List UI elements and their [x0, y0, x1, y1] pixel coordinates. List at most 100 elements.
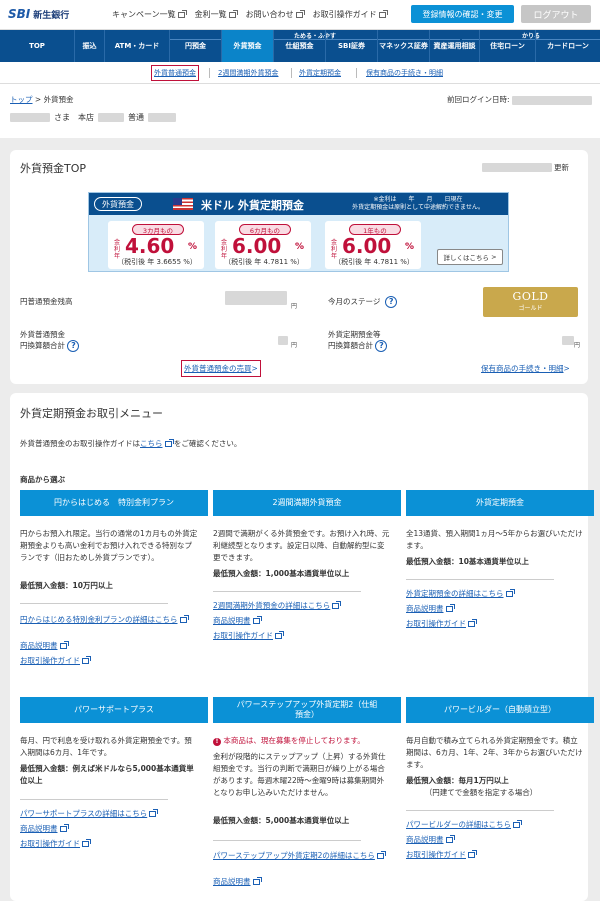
external-link-icon: [275, 631, 284, 639]
product-guide-link[interactable]: お取引操作ガイド: [213, 630, 284, 642]
subnav-fx-fixed-deposit[interactable]: 外貨定期預金: [299, 68, 341, 78]
external-link-icon: [177, 9, 187, 18]
product-guide-link[interactable]: お取引操作ガイド: [20, 655, 91, 667]
power-builder-button[interactable]: パワービルダー（自動積立型）: [406, 697, 594, 723]
subnav-holdings[interactable]: 保有商品の手続き・明細: [366, 68, 443, 78]
power-stepup-button[interactable]: パワーステップアップ外貨定期2（仕組預金）: [213, 697, 401, 723]
product-manual-link[interactable]: 商品説明書: [213, 876, 262, 888]
guide-here-link[interactable]: こちら: [140, 439, 163, 448]
subnav-fx-savings[interactable]: 外貨普通預金: [151, 65, 199, 81]
breadcrumb: トップ > 外貨預金: [10, 95, 74, 104]
product-desc: 全13通貨、預入期間1ヵ月〜5年からお選びいただけます。: [406, 529, 583, 550]
product-manual-link[interactable]: 商品説明書: [213, 615, 262, 627]
help-icon[interactable]: ?: [67, 340, 80, 352]
update-time: 更新: [482, 162, 569, 173]
rate-box-3m: 3カ月もの 金利年 4.60 % （税引後 年 3.6655 %）: [108, 221, 204, 269]
select-by-product-label: 商品から選ぶ: [20, 475, 65, 484]
breadcrumb-home[interactable]: トップ: [10, 95, 33, 104]
external-link-icon: [445, 835, 455, 843]
product-desc: 円からお預入れ限定。当行の通常の1カ月もの外貨定期預金よりも高い金利でお預け入れ…: [20, 529, 198, 562]
yen-balance-redacted: [225, 291, 287, 305]
external-link-icon: [149, 809, 159, 817]
fx-fixed-total-redacted: [562, 336, 574, 345]
gold-stage-badge: GOLD ゴールド: [483, 287, 578, 317]
product-detail-link[interactable]: パワーサポートプラスの詳細はこちら: [20, 808, 159, 820]
main-nav: ためる・ふやす かりる TOP 振込 ATM・カード 円預金 外貨預金 仕組預金…: [0, 30, 600, 62]
external-link-icon: [513, 820, 522, 828]
two-week-deposit-button[interactable]: 2週間満期外貨預金: [213, 490, 401, 516]
product-detail-link[interactable]: 円からはじめる特別金利プランの詳細はこちら: [20, 614, 200, 626]
fx-savings-trade-link[interactable]: 外貨普通預金の売買>: [181, 360, 261, 377]
banner-note: ※金利は 年 月 日現在 外貨定期預金は原則として中途解約できません。: [352, 196, 484, 211]
subnav-2week-deposit[interactable]: 2週間満期外貨預金: [218, 68, 278, 78]
nav-sbi-securities[interactable]: SBI証券: [326, 30, 378, 62]
product-detail-link[interactable]: パワービルダーの詳細はこちら: [406, 819, 522, 831]
subnav-divider: [291, 68, 292, 78]
help-icon[interactable]: ?: [385, 296, 398, 308]
external-link-icon: [82, 656, 91, 664]
rates-link[interactable]: 金利一覧: [195, 9, 238, 20]
panel-title: 外貨預金TOP: [20, 162, 87, 175]
external-link-icon: [59, 641, 69, 649]
nav-home-loan[interactable]: 住宅ローン: [480, 30, 536, 62]
rate-box-6m: 6カ月もの 金利年 6.00 % （税引後 年 4.7811 %）: [215, 221, 311, 269]
special-rate-plan-button[interactable]: 円からはじめる 特別金利プラン: [20, 490, 208, 516]
nav-structured-deposit[interactable]: 仕組預金: [274, 30, 326, 62]
product-min-amount: 最低預入金額：10万円以上: [20, 581, 113, 590]
nav-transfer[interactable]: 振込: [75, 30, 105, 62]
nav-asset-consult[interactable]: 資産運用相談: [430, 30, 480, 62]
help-icon[interactable]: ?: [375, 340, 388, 352]
nav-card-loan[interactable]: カードローン: [536, 30, 600, 62]
power-support-plus-button[interactable]: パワーサポートプラス: [20, 697, 208, 723]
external-link-icon: [445, 604, 455, 612]
breadcrumb-current: 外貨預金: [43, 95, 74, 104]
product-manual-link[interactable]: 商品説明書: [20, 640, 69, 652]
product-detail-link[interactable]: パワーステップアップ外貨定期2の詳細はこちら: [213, 850, 393, 862]
contact-link[interactable]: お問い合わせ: [246, 9, 305, 20]
product-manual-link[interactable]: 商品説明書: [20, 823, 69, 835]
external-link-icon: [252, 877, 262, 885]
product-guide-link[interactable]: お取引操作ガイド: [20, 838, 91, 850]
chevron-right-icon: >: [491, 253, 497, 261]
banner-header: 外貨預金 米ドル 外貨定期預金 ※金利は 年 月 日現在 外貨定期預金は原則とし…: [89, 193, 508, 215]
product-manual-link[interactable]: 商品説明書: [406, 603, 455, 615]
nav-top[interactable]: TOP: [0, 30, 75, 62]
guide-link[interactable]: お取引操作ガイド: [313, 9, 388, 20]
fx-fixed-deposit-button[interactable]: 外貨定期預金: [406, 490, 594, 516]
product-min-amount: 最低預入金額：5,000基本通貨単位以上: [213, 816, 350, 825]
logo-bank-name: 新生銀行: [33, 10, 70, 21]
logo[interactable]: SBI 新生銀行: [8, 7, 69, 21]
external-link-icon: [468, 619, 477, 627]
fx-savings-total-label: 外貨普通預金 円換算額合計 ?: [20, 329, 80, 352]
customer-name-redacted: [10, 113, 50, 122]
logout-button[interactable]: ログアウト: [521, 5, 591, 23]
guide-text: 外貨普通預金のお取引操作ガイドはこちら をご確認ください。: [20, 439, 242, 448]
external-link-icon: [468, 850, 477, 858]
nav-monex-securities[interactable]: マネックス証券: [378, 30, 430, 62]
product-detail-link[interactable]: 2週間満期外貨預金の詳細はこちら: [213, 600, 342, 612]
product-guide-link[interactable]: お取引操作ガイド: [406, 618, 477, 630]
us-flag-icon: [173, 198, 193, 210]
usd-fixed-deposit-banner[interactable]: 外貨預金 米ドル 外貨定期預金 ※金利は 年 月 日現在 外貨定期預金は原則とし…: [88, 192, 509, 272]
divider: [213, 591, 361, 592]
suspension-warning: ! 本商品は、現在募集を停止しております。: [213, 735, 391, 747]
divider: [20, 799, 168, 800]
campaign-link[interactable]: キャンペーン一覧: [112, 9, 187, 20]
banner-detail-button[interactable]: 詳しくはこちら >: [437, 249, 503, 265]
external-link-icon: [228, 9, 238, 18]
product-guide-link[interactable]: お取引操作ガイド: [406, 849, 477, 861]
product-manual-link[interactable]: 商品説明書: [406, 834, 455, 846]
product-desc: 2週間で満期がくる外貨預金です。お預け入れ時、元利継続型となります。設定日以降、…: [213, 529, 390, 562]
account-info: さま 本店 普通: [10, 112, 176, 123]
holdings-link[interactable]: 保有商品の手続き・明細>: [481, 363, 570, 374]
external-link-icon: [332, 601, 342, 609]
register-info-button[interactable]: 登録情報の確認・変更: [411, 5, 514, 23]
chevron-right-icon: >: [563, 364, 570, 373]
product-detail-link[interactable]: 外貨定期預金の詳細はこちら: [406, 588, 515, 600]
branch-code-redacted: [98, 113, 124, 122]
nav-fx-deposit[interactable]: 外貨預金: [222, 30, 274, 62]
product-desc: 毎月自動で積み立てられる外貨定期預金です。積立期間は、6カ月、1年、2年、3年か…: [406, 736, 583, 769]
nav-yen-deposit[interactable]: 円預金: [170, 30, 222, 62]
nav-atm-card[interactable]: ATM・カード: [105, 30, 170, 62]
rate-box-1y: 1年もの 金利年 6.00 % （税引後 年 4.7811 %）: [325, 221, 421, 269]
